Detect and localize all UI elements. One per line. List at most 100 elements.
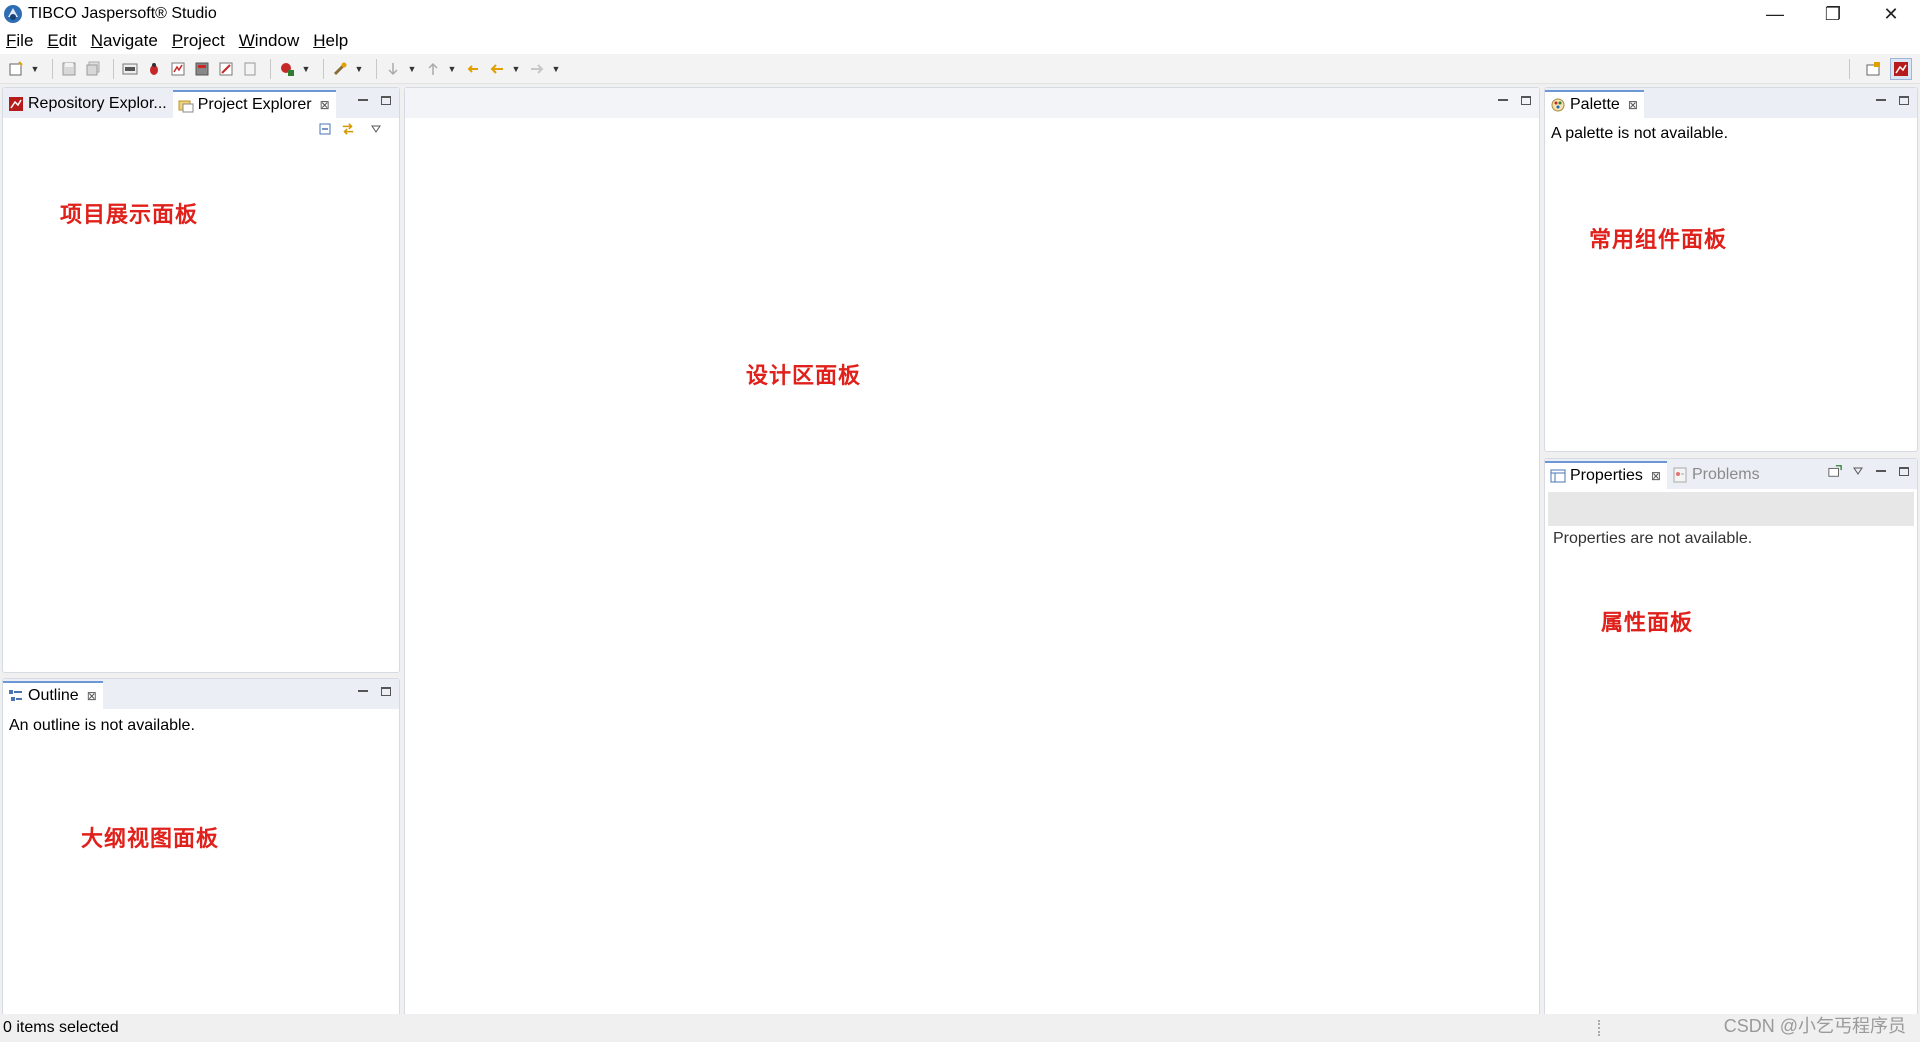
close-tab-icon[interactable]: ⊠	[320, 98, 330, 112]
status-text: 0 items selected	[3, 1019, 119, 1036]
console-icon[interactable]	[120, 59, 140, 79]
menu-window[interactable]: Window	[239, 31, 299, 51]
toolbar-separator	[376, 58, 377, 79]
main-toolbar: ▼ ▼ ▼ ▼ ▼ ▼ ▼	[0, 54, 1920, 84]
report-design-perspective-icon[interactable]	[1890, 58, 1912, 80]
next-annotation-dropdown-icon[interactable]: ▼	[407, 59, 417, 79]
annotation-outline-panel: 大纲视图面板	[81, 826, 220, 852]
back-icon[interactable]	[487, 59, 507, 79]
annotation-properties-panel: 属性面板	[1601, 610, 1694, 636]
view-menu-icon[interactable]	[369, 122, 383, 136]
export-report-icon[interactable]	[192, 59, 212, 79]
maximize-view-icon[interactable]	[379, 684, 393, 698]
properties-header-bar	[1548, 492, 1914, 526]
toolbar-separator	[270, 58, 271, 79]
close-tab-icon[interactable]: ⊠	[1651, 469, 1661, 483]
compile-report-icon[interactable]	[168, 59, 188, 79]
last-edit-location-icon[interactable]	[463, 59, 483, 79]
new-file-icon[interactable]	[6, 59, 26, 79]
outline-controls	[347, 684, 393, 698]
menu-window-mnemonic: W	[238, 31, 255, 50]
run-dropdown-icon[interactable]: ▼	[301, 59, 311, 79]
collapse-all-icon[interactable]	[318, 122, 332, 136]
annotation-project-panel: 项目展示面板	[60, 202, 199, 228]
close-button[interactable]: ✕	[1862, 0, 1920, 28]
new-dropdown-icon[interactable]: ▼	[30, 59, 40, 79]
tab-project-explorer-label: Project Explorer	[197, 96, 312, 113]
minimize-view-icon[interactable]	[1874, 93, 1888, 107]
view-menu-icon[interactable]	[1851, 464, 1865, 478]
palette-message: A palette is not available.	[1551, 125, 1729, 142]
properties-panel: Properties ⊠ Problems Properties are not…	[1544, 458, 1918, 1016]
tab-properties[interactable]: Properties ⊠	[1545, 461, 1667, 489]
window-title: TIBCO Jaspersoft® Studio	[28, 5, 217, 22]
menu-project[interactable]: Project	[172, 31, 225, 51]
palette-panel: Palette ⊠ A palette is not available. 常用…	[1544, 87, 1918, 452]
outline-tabbar: Outline ⊠	[3, 679, 399, 709]
design-area-panel: 设计区面板	[404, 87, 1540, 1016]
problems-icon	[1673, 467, 1687, 483]
toolbar-separator	[1849, 59, 1850, 79]
toolbar-separator	[323, 58, 324, 79]
menu-help[interactable]: Help	[313, 31, 348, 51]
close-tab-icon[interactable]: ⊠	[1628, 98, 1638, 112]
menu-edit[interactable]: Edit	[47, 31, 76, 51]
menu-navigate[interactable]: Navigate	[91, 31, 158, 51]
minimize-view-icon[interactable]	[1496, 93, 1510, 107]
preview-icon[interactable]	[240, 59, 260, 79]
tab-outline[interactable]: Outline ⊠	[3, 681, 103, 709]
menu-help-mnemonic: H	[313, 31, 326, 50]
maximize-view-icon[interactable]	[379, 93, 393, 107]
tab-repository-explorer[interactable]: Repository Explor...	[3, 90, 173, 118]
restore-button[interactable]: ❐	[1804, 0, 1862, 28]
toolbar-separator	[52, 58, 53, 79]
close-tab-icon[interactable]: ⊠	[87, 689, 97, 703]
properties-message: Properties are not available.	[1553, 530, 1753, 547]
save-all-icon[interactable]	[83, 59, 103, 79]
minimize-view-icon[interactable]	[356, 93, 370, 107]
tab-problems[interactable]: Problems	[1667, 461, 1766, 489]
menu-file[interactable]: File	[6, 31, 33, 51]
run-icon[interactable]	[277, 59, 297, 79]
properties-controls	[1819, 464, 1911, 478]
pin-view-icon[interactable]	[1828, 464, 1842, 478]
maximize-view-icon[interactable]	[1519, 93, 1533, 107]
design-area-controls	[1487, 93, 1533, 107]
menu-file-mnemonic: F	[6, 31, 17, 50]
edit-report-icon[interactable]	[216, 59, 236, 79]
previous-annotation-dropdown-icon[interactable]: ▼	[447, 59, 457, 79]
forward-icon[interactable]	[527, 59, 547, 79]
brush-dropdown-icon[interactable]: ▼	[354, 59, 364, 79]
watermark: CSDN @小乞丐程序员	[1723, 1016, 1906, 1036]
project-explorer-tabbar: Repository Explor... Project Explorer ⊠	[3, 88, 399, 118]
minimize-view-icon[interactable]	[356, 684, 370, 698]
link-with-editor-icon[interactable]	[341, 122, 355, 136]
palette-tabbar: Palette ⊠	[1545, 88, 1917, 118]
palette-controls	[1865, 93, 1911, 107]
maximize-view-icon[interactable]	[1897, 93, 1911, 107]
repository-icon	[9, 97, 23, 111]
title-bar: TIBCO Jaspersoft® Studio — ❐ ✕	[0, 0, 1920, 28]
previous-annotation-icon[interactable]	[423, 59, 443, 79]
minimize-view-icon[interactable]	[1874, 464, 1888, 478]
save-icon[interactable]	[59, 59, 79, 79]
minimize-button[interactable]: —	[1746, 0, 1804, 28]
maximize-view-icon[interactable]	[1897, 464, 1911, 478]
menu-project-label: roject	[183, 31, 225, 50]
menu-navigate-label: avigate	[103, 31, 158, 50]
open-perspective-icon[interactable]	[1862, 58, 1884, 80]
design-area-tabbar	[405, 88, 1539, 118]
annotation-design-panel: 设计区面板	[746, 363, 862, 389]
next-annotation-icon[interactable]	[383, 59, 403, 79]
forward-dropdown-icon[interactable]: ▼	[551, 59, 561, 79]
outline-panel: Outline ⊠ An outline is not available. 大…	[2, 678, 400, 1016]
tab-repository-explorer-label: Repository Explor...	[28, 95, 167, 112]
outline-icon	[9, 690, 22, 701]
menu-bar: File Edit Navigate Project Window Help	[0, 28, 1920, 54]
tab-palette[interactable]: Palette ⊠	[1545, 90, 1644, 118]
tab-properties-label: Properties	[1570, 467, 1643, 484]
brush-icon[interactable]	[330, 59, 350, 79]
back-dropdown-icon[interactable]: ▼	[511, 59, 521, 79]
tab-project-explorer[interactable]: Project Explorer ⊠	[172, 90, 336, 118]
debug-icon[interactable]	[144, 59, 164, 79]
